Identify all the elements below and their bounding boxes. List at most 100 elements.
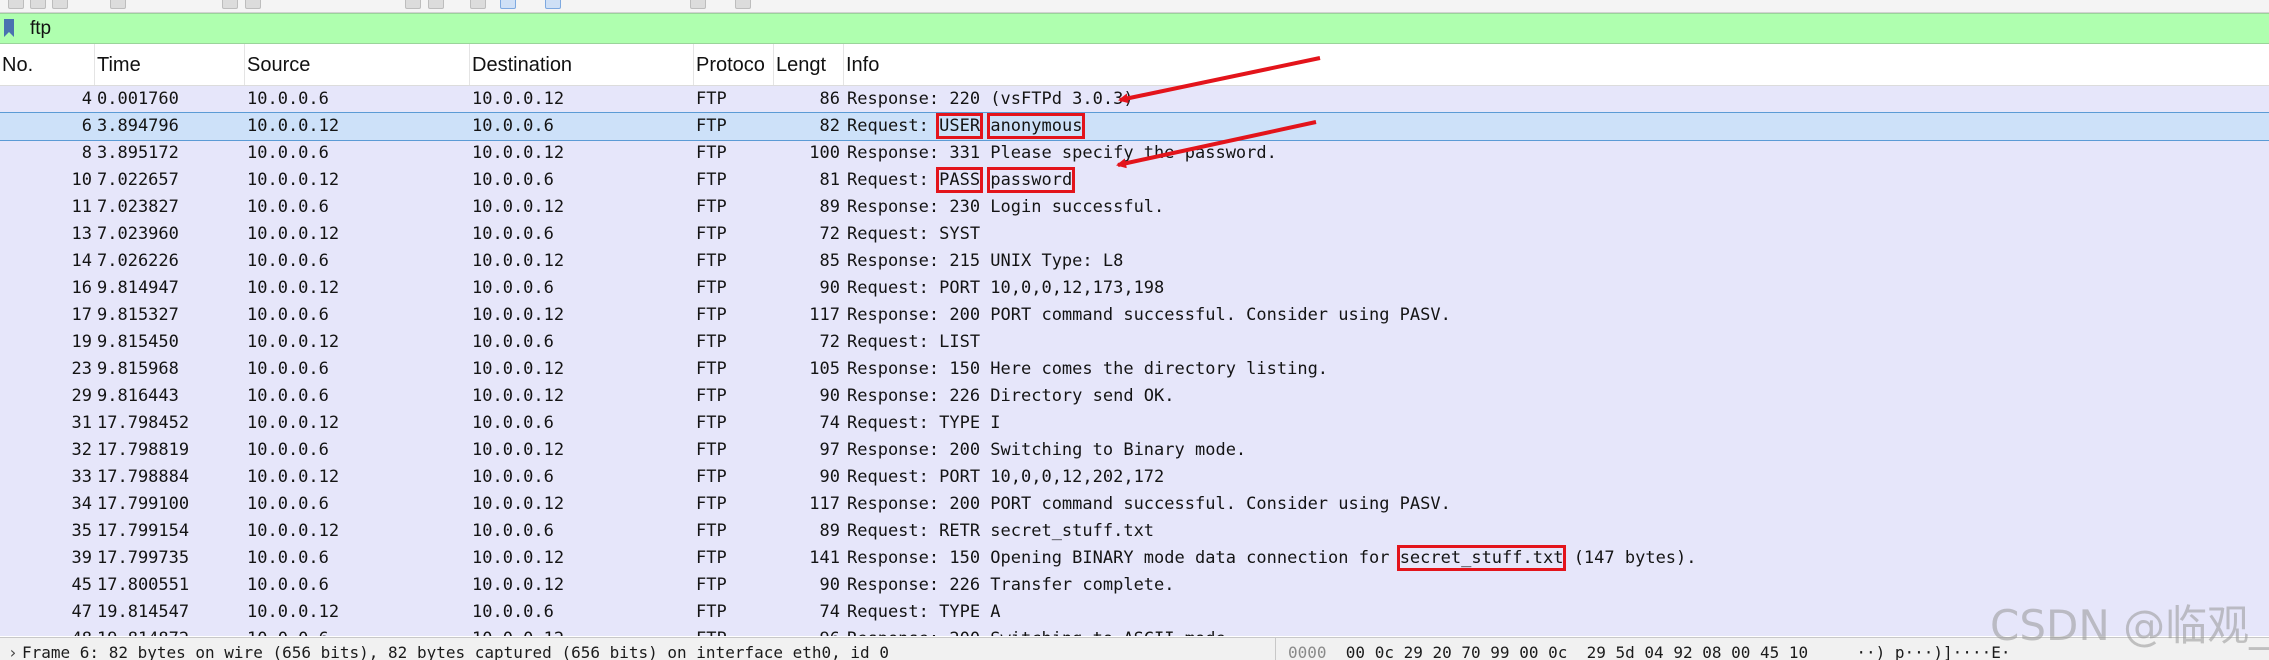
toolbar-button[interactable]: [735, 0, 751, 9]
packet-row[interactable]: 11 7.023827 10.0.0.6 10.0.0.12 FTP 89 Response…: [0, 194, 2269, 221]
packet-row[interactable]: 19 9.815450 10.0.0.12 10.0.0.6 FTP 72 Request:…: [0, 329, 2269, 356]
packet-source: 10.0.0.6: [247, 197, 329, 217]
packet-row[interactable]: 6 3.894796 10.0.0.12 10.0.0.6 FTP 82 Request: …: [0, 112, 2269, 141]
packet-info-text: Request: TYPE A: [847, 602, 1001, 622]
column-header-destination[interactable]: Destination: [470, 44, 694, 85]
packet-info: Response: 200 Switching to Binary mode.: [847, 437, 2247, 464]
packet-no: 17: [71, 305, 92, 325]
packet-time: 9.816443: [97, 386, 179, 406]
frame-summary[interactable]: › Frame 6: 82 bytes on wire (656 bits), 8…: [0, 638, 1273, 660]
packet-row[interactable]: 13 7.023960 10.0.0.12 10.0.0.6 FTP 72 Request:…: [0, 221, 2269, 248]
packet-time: 9.815327: [97, 305, 179, 325]
packet-protocol: FTP: [696, 575, 727, 595]
packet-time: 7.026226: [97, 251, 179, 271]
toolbar-button[interactable]: [30, 0, 46, 9]
packet-source: 10.0.0.6: [247, 359, 329, 379]
packet-source: 10.0.0.6: [247, 305, 329, 325]
packet-protocol: FTP: [696, 602, 727, 622]
packet-time: 3.894796: [97, 116, 179, 136]
column-header-source[interactable]: Source: [245, 44, 470, 85]
packet-row[interactable]: 17 9.815327 10.0.0.6 10.0.0.12 FTP 117 Respons…: [0, 302, 2269, 329]
toolbar-button[interactable]: [245, 0, 261, 9]
packet-length: 117: [809, 494, 840, 514]
toolbar-button[interactable]: [405, 0, 421, 9]
packet-info-prefix: Response: 150 Opening BINARY mode data c…: [847, 548, 1400, 568]
packet-source: 10.0.0.6: [247, 575, 329, 595]
packet-length: 72: [819, 332, 840, 352]
packet-row[interactable]: 34 17.799100 10.0.0.6 10.0.0.12 FTP 117 Respon…: [0, 491, 2269, 518]
frame-summary-text: Frame 6: 82 bytes on wire (656 bits), 82…: [22, 643, 889, 660]
packet-no: 14: [71, 251, 92, 271]
packet-row[interactable]: 16 9.814947 10.0.0.12 10.0.0.6 FTP 90 Request:…: [0, 275, 2269, 302]
packet-info: Response: 230 Login successful.: [847, 194, 2247, 221]
packet-source: 10.0.0.12: [247, 467, 340, 487]
packet-list[interactable]: 4 0.001760 10.0.0.6 10.0.0.12 FTP 86 Response:…: [0, 86, 2269, 636]
packet-source: 10.0.0.12: [247, 278, 340, 298]
packet-no: 48: [0, 626, 92, 636]
packet-no: 10: [71, 170, 92, 190]
packet-row[interactable]: 31 17.798452 10.0.0.12 10.0.0.6 FTP 74 Request…: [0, 410, 2269, 437]
toolbar-button[interactable]: [470, 0, 486, 9]
packet-info-text: Response: 226 Directory send OK.: [847, 386, 1175, 406]
packet-row[interactable]: 23 9.815968 10.0.0.6 10.0.0.12 FTP 105 Respons…: [0, 356, 2269, 383]
packet-source: 10.0.0.6: [247, 89, 329, 109]
packet-info: Request: PORT 10,0,0,12,173,198: [847, 275, 2247, 302]
packet-source: 10.0.0.12: [247, 224, 340, 244]
packet-time: 17.799100: [97, 494, 190, 514]
packet-row[interactable]: 10 7.022657 10.0.0.12 10.0.0.6 FTP 81 Request:…: [0, 167, 2269, 194]
status-bar: › Frame 6: 82 bytes on wire (656 bits), 8…: [0, 637, 2269, 660]
packet-row[interactable]: 39 17.799735 10.0.0.6 10.0.0.12 FTP 141 Respon…: [0, 545, 2269, 572]
packet-protocol: FTP: [696, 197, 727, 217]
expand-arrow-icon[interactable]: ›: [8, 638, 22, 660]
column-header-length[interactable]: Lengt: [774, 44, 844, 85]
packet-info-text: Request: RETR secret_stuff.txt: [847, 521, 1155, 541]
packet-destination: 10.0.0.6: [472, 170, 554, 190]
packet-info: Request: RETR secret_stuff.txt: [847, 518, 2247, 545]
packet-destination: 10.0.0.6: [472, 116, 554, 136]
toolbar-button[interactable]: [428, 0, 444, 9]
bookmark-icon[interactable]: [4, 19, 14, 37]
display-filter-input[interactable]: [22, 14, 2269, 43]
hex-offset: 0000: [1288, 643, 1327, 660]
packet-length: 82: [819, 116, 840, 136]
packet-no: 39: [71, 548, 92, 568]
packet-source: 10.0.0.12: [247, 521, 340, 541]
packet-info: Response: 200 PORT command successful. C…: [847, 491, 2247, 518]
packet-length: 96: [770, 626, 840, 636]
colorize-toggle-button[interactable]: [500, 0, 516, 9]
packet-time: 0.001760: [97, 89, 179, 109]
packet-row[interactable]: 35 17.799154 10.0.0.12 10.0.0.6 FTP 89 Request…: [0, 518, 2269, 545]
packet-row[interactable]: 32 17.798819 10.0.0.6 10.0.0.12 FTP 97 Respons…: [0, 437, 2269, 464]
packet-destination: 10.0.0.12: [472, 197, 565, 217]
packet-row[interactable]: 8 3.895172 10.0.0.6 10.0.0.12 FTP 100 Response…: [0, 140, 2269, 167]
packet-row[interactable]: 29 9.816443 10.0.0.6 10.0.0.12 FTP 90 Response…: [0, 383, 2269, 410]
packet-row[interactable]: 48 19.814872 10.0.0.6 10.0.0.12 FTP 96 Respons…: [0, 626, 2269, 636]
packet-source: 10.0.0.6: [247, 386, 329, 406]
packet-time: 19.814547: [97, 602, 190, 622]
packet-source: 10.0.0.6: [247, 626, 467, 636]
packet-no: 11: [71, 197, 92, 217]
highlighted-command: PASS: [936, 167, 984, 193]
toolbar-button[interactable]: [690, 0, 706, 9]
packet-no: 13: [71, 224, 92, 244]
column-header-protocol[interactable]: Protoco: [694, 44, 774, 85]
column-header-no[interactable]: No.: [0, 44, 95, 85]
column-header-time[interactable]: Time: [95, 44, 245, 85]
toolbar-button[interactable]: [110, 0, 126, 9]
toolbar-button[interactable]: [52, 0, 68, 9]
autoscroll-toggle-button[interactable]: [545, 0, 561, 9]
packet-row[interactable]: 45 17.800551 10.0.0.6 10.0.0.12 FTP 90 Respons…: [0, 572, 2269, 599]
packet-info: Response: 220 (vsFTPd 3.0.3): [847, 86, 2247, 113]
toolbar-button[interactable]: [8, 0, 24, 9]
packet-destination: 10.0.0.6: [472, 278, 554, 298]
packet-row[interactable]: 4 0.001760 10.0.0.6 10.0.0.12 FTP 86 Response:…: [0, 86, 2269, 113]
packet-row[interactable]: 47 19.814547 10.0.0.12 10.0.0.6 FTP 74 Request…: [0, 599, 2269, 626]
packet-no: 23: [71, 359, 92, 379]
display-filter-bar: [0, 13, 2269, 44]
packet-info-text: Request: PORT 10,0,0,12,202,172: [847, 467, 1165, 487]
packet-source: 10.0.0.6: [247, 548, 329, 568]
toolbar-button[interactable]: [222, 0, 238, 9]
packet-row[interactable]: 14 7.026226 10.0.0.6 10.0.0.12 FTP 85 Response…: [0, 248, 2269, 275]
packet-row[interactable]: 33 17.798884 10.0.0.12 10.0.0.6 FTP 90 Request…: [0, 464, 2269, 491]
column-header-info[interactable]: Info: [844, 44, 2269, 85]
